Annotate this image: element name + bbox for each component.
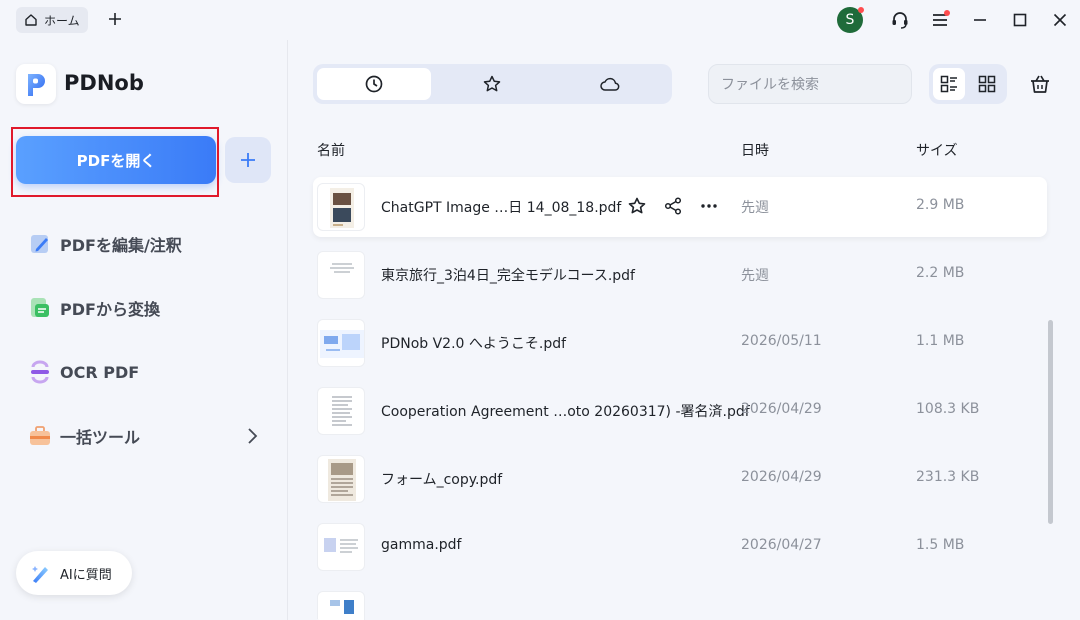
ask-ai-label: AIに質問	[60, 567, 112, 583]
star-icon	[483, 75, 501, 92]
recent-clock-icon	[365, 75, 383, 93]
sidebar: PDNob PDFを開く PDFを編集/注釈 PDFから変換 OCR PDF 一…	[0, 40, 288, 620]
sidebar-item-convert[interactable]: PDFから変換	[28, 296, 160, 320]
star-icon	[628, 197, 646, 214]
share-icon	[664, 197, 682, 215]
tab-recent[interactable]	[317, 68, 431, 100]
favorite-button[interactable]	[625, 194, 649, 218]
file-thumbnail	[317, 387, 365, 435]
close-icon	[1053, 13, 1067, 27]
cloud-icon	[600, 77, 620, 91]
column-header-size[interactable]: サイズ	[916, 140, 958, 160]
support-button[interactable]	[888, 8, 912, 32]
view-tabs	[313, 64, 672, 104]
row-actions	[625, 194, 721, 218]
file-size: 1.5 MB	[916, 537, 965, 553]
headset-icon	[892, 12, 908, 29]
pdnob-logo-icon	[28, 74, 45, 96]
app-name: PDNob	[64, 71, 144, 95]
file-date: 2026/04/27	[741, 537, 822, 553]
list-view-button[interactable]	[933, 68, 965, 100]
home-tab[interactable]: ホーム	[16, 7, 88, 33]
edit-icon	[31, 235, 48, 253]
avatar-notification-dot	[858, 7, 864, 13]
file-row-partial[interactable]	[313, 585, 1047, 620]
file-date: 2026/04/29	[741, 401, 822, 417]
file-size: 231.3 KB	[916, 469, 980, 485]
file-name: ChatGPT Image …日 14_08_18.pdf	[381, 200, 622, 216]
file-date: 先週	[741, 268, 769, 284]
file-date: 先週	[741, 200, 769, 216]
file-name: 東京旅行_3泊4日_完全モデルコース.pdf	[381, 268, 635, 284]
scrollbar[interactable]	[1048, 320, 1053, 524]
view-toggle	[929, 64, 1007, 104]
menu-notification-dot	[944, 10, 950, 16]
column-header-date[interactable]: 日時	[741, 140, 769, 160]
app-logo	[16, 64, 56, 104]
file-row[interactable]: PDNob V2.0 へようこそ.pdf 2026/05/11 1.1 MB	[313, 313, 1047, 373]
minimize-icon	[974, 19, 986, 21]
tab-cloud[interactable]	[553, 68, 667, 100]
file-thumbnail	[317, 251, 365, 299]
more-options-button[interactable]	[697, 194, 721, 218]
tab-starred[interactable]	[435, 68, 549, 100]
file-row[interactable]: ChatGPT Image …日 14_08_18.pdf 先週 2.9 MB	[313, 177, 1047, 237]
file-size: 2.9 MB	[916, 197, 965, 213]
grid-view-icon	[978, 75, 996, 93]
avatar-letter: S	[845, 12, 855, 28]
search-input[interactable]: ファイルを検索	[708, 64, 912, 104]
file-date: 2026/04/29	[741, 469, 822, 485]
column-header-name[interactable]: 名前	[317, 140, 345, 160]
home-tab-label: ホーム	[44, 13, 80, 28]
plus-icon	[109, 13, 121, 25]
sidebar-item-label: PDFを編集/注釈	[60, 236, 182, 255]
sidebar-item-ocr[interactable]: OCR PDF	[28, 360, 139, 384]
ask-ai-button[interactable]: AIに質問	[16, 551, 132, 595]
sidebar-item-label: OCR PDF	[60, 362, 140, 382]
convert-icon	[31, 298, 49, 317]
home-icon	[25, 14, 37, 26]
highlight-box	[11, 127, 219, 197]
file-thumbnail	[317, 319, 365, 367]
file-name: Cooperation Agreement …oto 20260317) -署名…	[381, 404, 750, 420]
new-document-button[interactable]	[225, 137, 271, 183]
toolbox-icon	[30, 426, 50, 445]
close-button[interactable]	[1048, 8, 1072, 32]
file-date: 2026/05/11	[741, 333, 822, 349]
trash-button[interactable]	[1028, 72, 1052, 96]
file-row[interactable]: フォーム_copy.pdf 2026/04/29 231.3 KB	[313, 449, 1047, 509]
plus-icon	[241, 153, 255, 167]
chevron-right-icon[interactable]	[244, 426, 260, 450]
file-row[interactable]: Cooperation Agreement …oto 20260317) -署名…	[313, 381, 1047, 441]
grid-view-button[interactable]	[971, 68, 1003, 100]
search-placeholder: ファイルを検索	[721, 77, 819, 93]
file-row[interactable]: 東京旅行_3泊4日_完全モデルコース.pdf 先週 2.2 MB	[313, 245, 1047, 305]
new-tab-button[interactable]	[104, 8, 126, 30]
maximize-icon	[1013, 13, 1027, 27]
file-size: 1.1 MB	[916, 333, 965, 349]
file-name: gamma.pdf	[381, 537, 462, 553]
sidebar-item-batch-tools[interactable]: 一括ツール	[28, 424, 140, 448]
trash-basket-icon	[1031, 75, 1049, 93]
file-size: 2.2 MB	[916, 265, 965, 281]
minimize-button[interactable]	[968, 8, 992, 32]
file-thumbnail	[317, 591, 365, 620]
sidebar-item-label: PDFから変換	[60, 300, 160, 319]
title-bar: ホーム S	[0, 0, 1080, 40]
sidebar-item-edit[interactable]: PDFを編集/注釈	[28, 232, 182, 256]
list-view-icon	[940, 75, 957, 93]
file-thumbnail	[317, 455, 365, 503]
file-name: PDNob V2.0 へようこそ.pdf	[381, 336, 567, 352]
file-thumbnail	[317, 183, 365, 231]
file-name: フォーム_copy.pdf	[381, 472, 503, 488]
ai-sparkle-icon	[32, 566, 48, 583]
sidebar-item-label: 一括ツール	[60, 428, 141, 447]
file-thumbnail	[317, 523, 365, 571]
ocr-icon	[31, 360, 49, 384]
more-dots-icon	[701, 204, 717, 208]
file-size: 108.3 KB	[916, 401, 980, 417]
share-button[interactable]	[661, 194, 685, 218]
maximize-button[interactable]	[1008, 8, 1032, 32]
file-row[interactable]: gamma.pdf 2026/04/27 1.5 MB	[313, 517, 1047, 577]
